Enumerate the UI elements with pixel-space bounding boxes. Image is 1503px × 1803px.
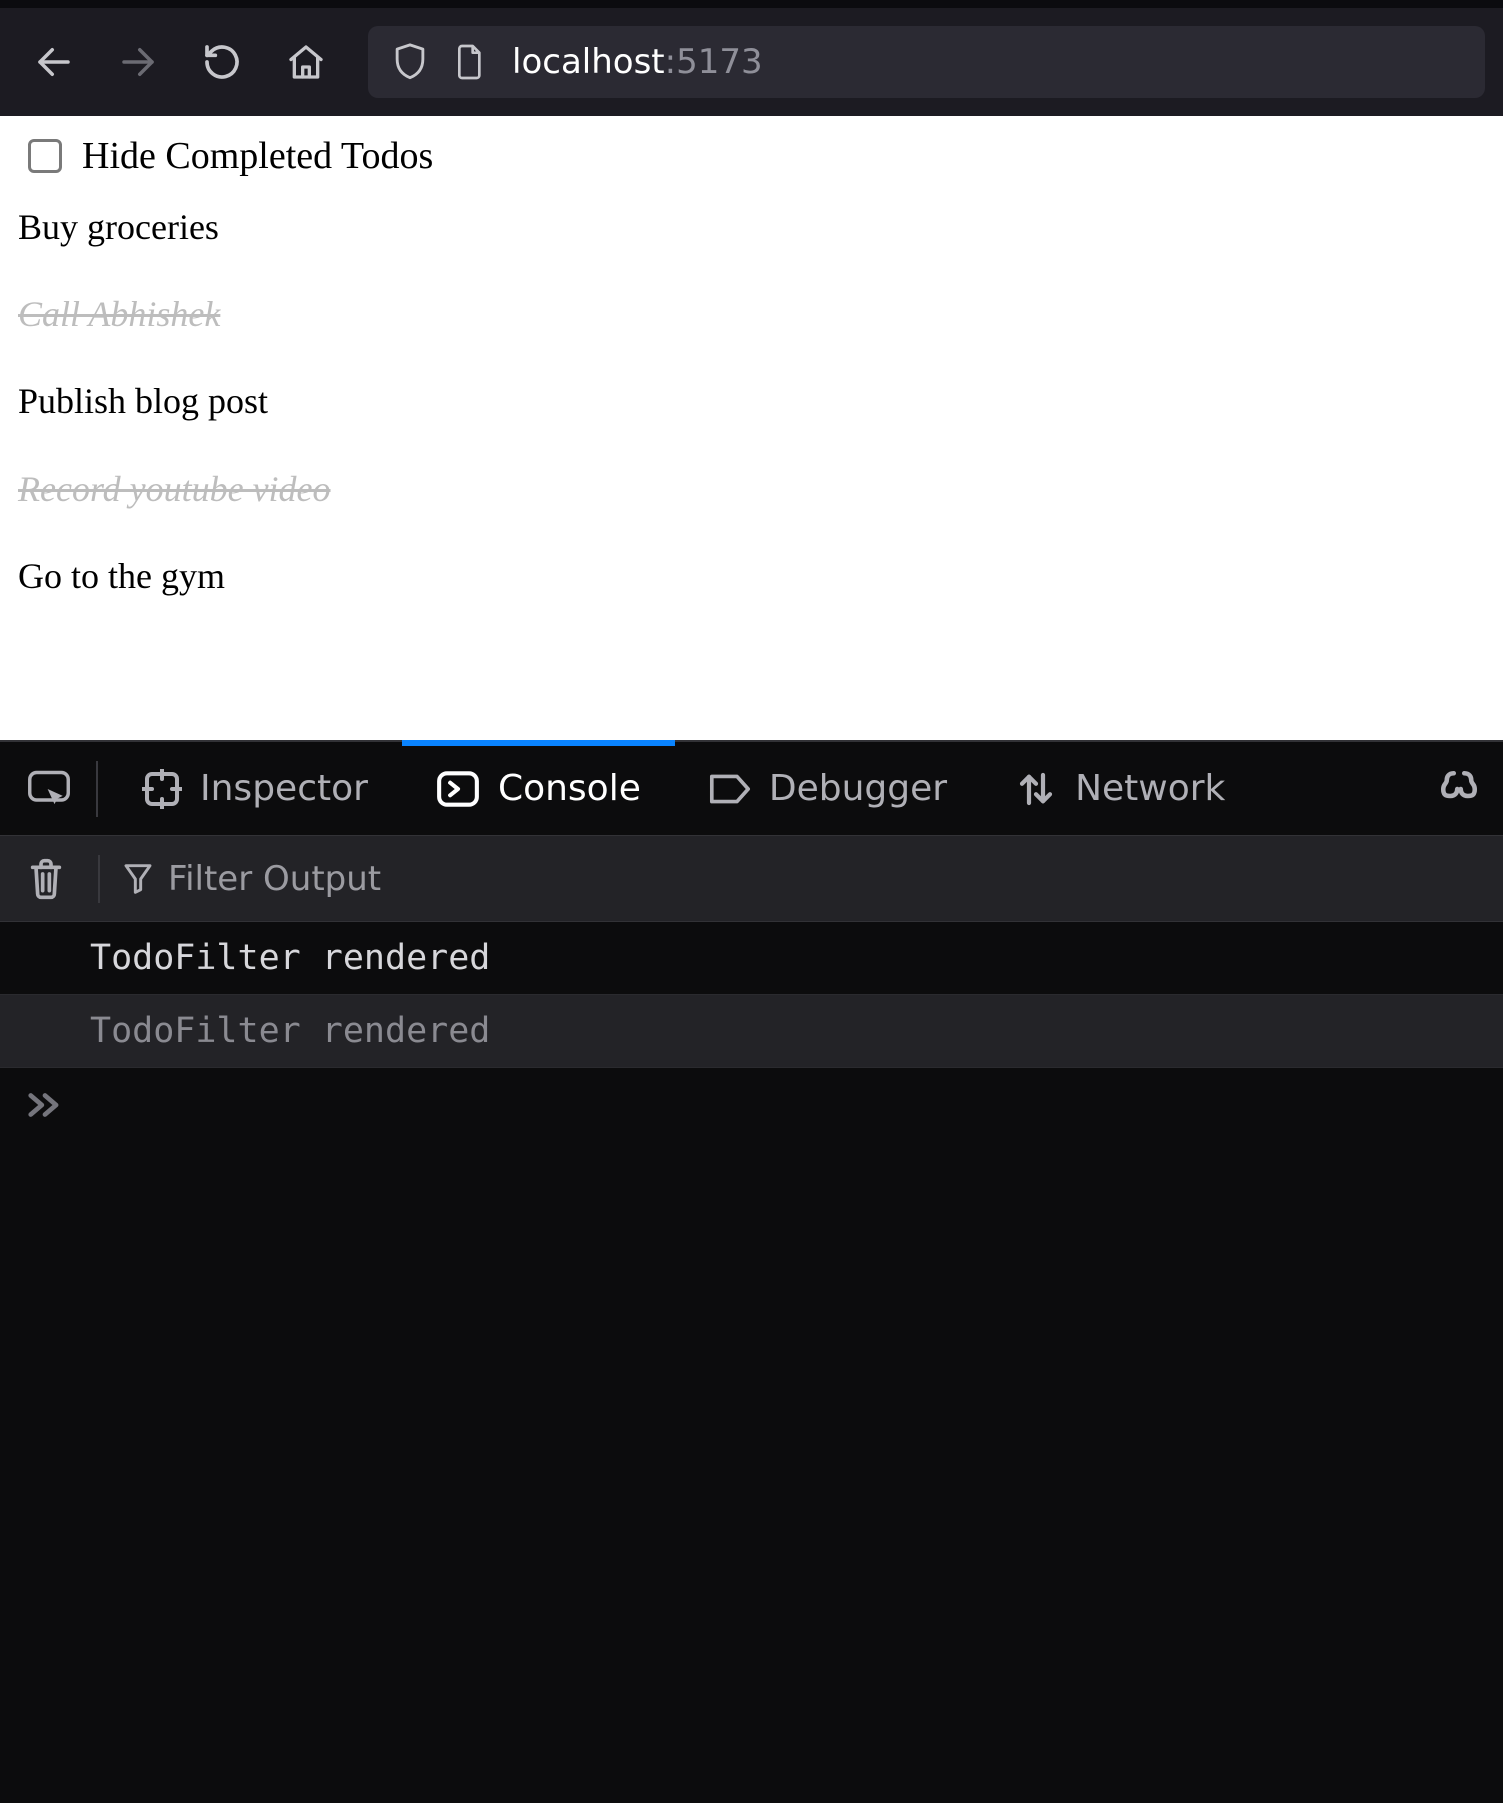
nav-home-button[interactable]	[270, 26, 342, 98]
chevron-double-right-icon	[26, 1090, 64, 1120]
todo-item[interactable]: Call Abhishek	[18, 293, 1485, 336]
console-output: TodoFilter renderedTodoFilter rendered	[0, 922, 1503, 1068]
console-icon	[436, 769, 480, 809]
tab-network[interactable]: Network	[981, 742, 1259, 836]
tab-inspector[interactable]: Inspector	[108, 742, 402, 836]
tab-label: Console	[498, 768, 641, 809]
console-log-row[interactable]: TodoFilter rendered	[0, 922, 1503, 995]
debugger-icon	[709, 772, 751, 806]
browser-chrome: localhost:5173	[0, 0, 1503, 116]
devtools-tabs: Inspector Console Debugger Network	[0, 742, 1503, 836]
nav-forward-button[interactable]	[102, 26, 174, 98]
url-text: localhost:5173	[512, 42, 763, 82]
url-port: :5173	[665, 42, 763, 82]
nav-back-button[interactable]	[18, 26, 90, 98]
address-bar[interactable]: localhost:5173	[368, 26, 1485, 98]
hide-completed-label: Hide Completed Todos	[82, 134, 433, 178]
todo-item[interactable]: Record youtube video	[18, 468, 1485, 511]
url-host: localhost	[512, 42, 665, 82]
network-icon	[1015, 768, 1057, 810]
clear-console-button[interactable]	[16, 849, 76, 909]
tab-label: Network	[1075, 768, 1225, 809]
todo-item[interactable]: Buy groceries	[18, 206, 1485, 249]
funnel-icon	[122, 861, 154, 897]
console-log-row[interactable]: TodoFilter rendered	[0, 995, 1503, 1068]
todo-list: Buy groceries Call Abhishek Publish blog p…	[18, 206, 1485, 598]
tab-label: Inspector	[200, 768, 368, 809]
todo-item[interactable]: Go to the gym	[18, 555, 1485, 598]
hide-completed-checkbox[interactable]	[28, 139, 62, 173]
nav-reload-button[interactable]	[186, 26, 258, 98]
page-content: Hide Completed Todos Buy groceries Call A…	[0, 116, 1503, 740]
todo-item[interactable]: Publish blog post	[18, 380, 1485, 423]
shield-icon	[392, 42, 428, 82]
console-filter-bar	[0, 836, 1503, 922]
document-icon	[454, 43, 486, 81]
hide-completed-row[interactable]: Hide Completed Todos	[18, 132, 1485, 178]
devtools-right	[1427, 742, 1491, 836]
tab-label: Debugger	[769, 768, 947, 809]
console-prompt[interactable]	[0, 1068, 1503, 1142]
element-picker-button[interactable]	[12, 742, 86, 836]
devtools-panel: Inspector Console Debugger Network	[0, 740, 1503, 1803]
inspector-icon	[142, 769, 182, 809]
console-filter-input[interactable]	[168, 849, 1487, 909]
style-editor-button[interactable]	[1427, 742, 1491, 836]
separator	[98, 855, 100, 903]
tab-console[interactable]: Console	[402, 742, 675, 836]
tab-debugger[interactable]: Debugger	[675, 742, 981, 836]
separator	[96, 761, 98, 817]
